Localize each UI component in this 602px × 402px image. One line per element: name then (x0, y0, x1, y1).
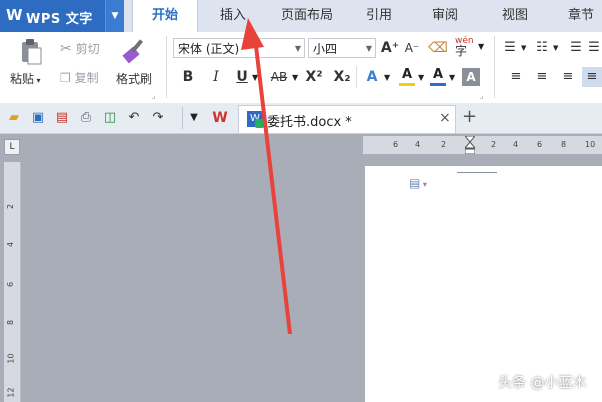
annotation-arrow (241, 18, 292, 334)
watermark: 头条 @小蓝木 (498, 375, 587, 391)
